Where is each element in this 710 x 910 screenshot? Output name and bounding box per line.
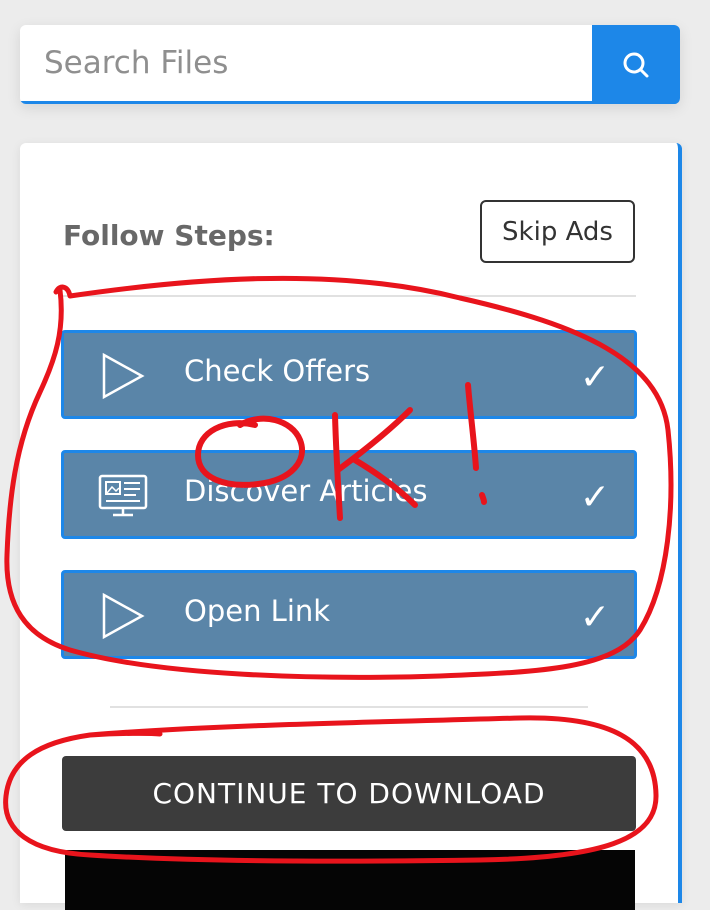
step-check-offers[interactable]: Check Offers ✓ bbox=[61, 330, 637, 419]
media-strip bbox=[65, 850, 635, 910]
follow-steps-title: Follow Steps: bbox=[63, 219, 275, 252]
play-icon bbox=[98, 591, 148, 641]
search-bar bbox=[20, 25, 680, 104]
step-open-link[interactable]: Open Link ✓ bbox=[61, 570, 637, 659]
desktop-icon bbox=[98, 471, 148, 521]
search-input[interactable] bbox=[20, 25, 592, 101]
step-label: Open Link bbox=[184, 594, 331, 628]
continue-to-download-button[interactable]: CONTINUE TO DOWNLOAD bbox=[62, 756, 636, 831]
checkmark-icon: ✓ bbox=[579, 597, 610, 638]
checkmark-icon: ✓ bbox=[579, 477, 610, 518]
search-icon bbox=[623, 52, 649, 77]
search-button[interactable] bbox=[592, 25, 680, 104]
step-label: Check Offers bbox=[184, 354, 371, 388]
step-discover-articles[interactable]: Discover Articles ✓ bbox=[61, 450, 637, 539]
skip-ads-button[interactable]: Skip Ads bbox=[480, 200, 635, 263]
divider-top bbox=[62, 295, 636, 297]
follow-steps-card: Follow Steps: Skip Ads Check Offers ✓ Di… bbox=[20, 143, 682, 910]
step-label: Discover Articles bbox=[184, 474, 428, 508]
play-icon bbox=[98, 351, 148, 401]
divider-bottom bbox=[110, 706, 588, 708]
checkmark-icon: ✓ bbox=[579, 357, 610, 398]
